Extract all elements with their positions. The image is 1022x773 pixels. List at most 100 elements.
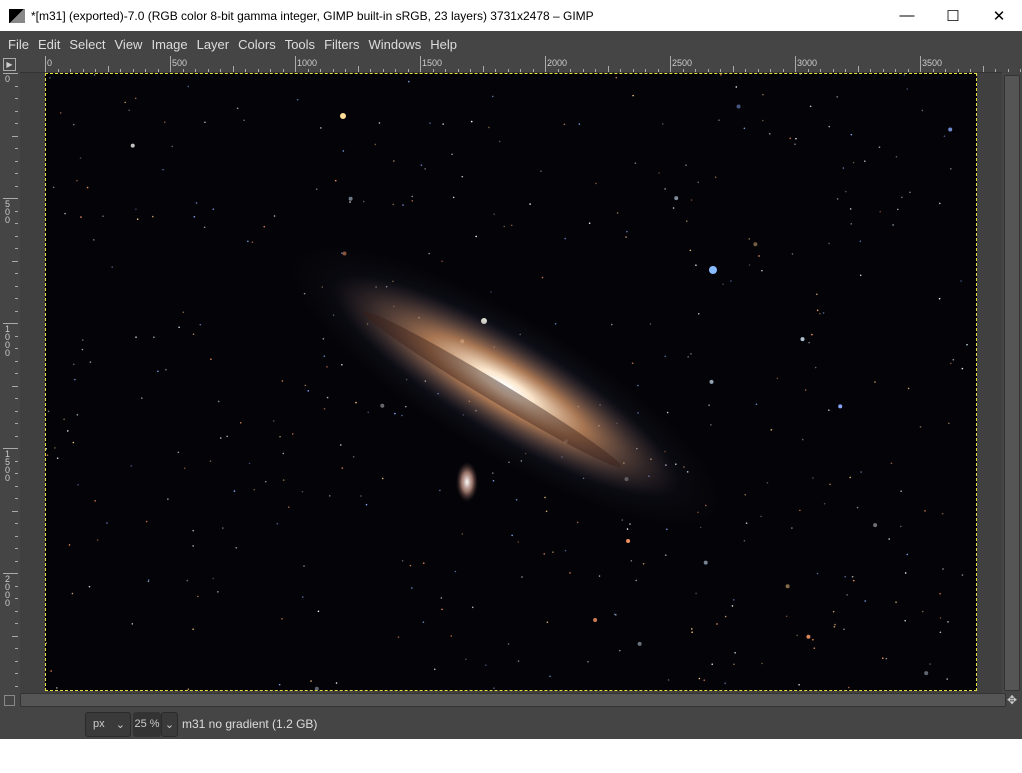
ruler-tick (15, 435, 18, 437)
menu-select[interactable]: Select (65, 37, 109, 52)
star (303, 565, 305, 567)
star (546, 621, 549, 624)
star (809, 105, 812, 108)
ruler-tick (15, 123, 18, 124)
bright-star (340, 113, 346, 119)
menu-image[interactable]: Image (147, 37, 191, 52)
star (690, 353, 692, 355)
menu-colors[interactable]: Colors (234, 37, 280, 52)
star (744, 493, 747, 496)
ruler-tick (532, 69, 534, 72)
star (733, 663, 735, 666)
star (666, 528, 668, 531)
ruler-tick (582, 69, 584, 72)
ruler-tick (295, 56, 296, 72)
quick-mask-menu-button[interactable]: ▶ (3, 58, 16, 71)
ruler-tick (282, 69, 284, 72)
star (96, 539, 99, 541)
vertical-ruler: 0 500 1000 1500 2000 (3, 73, 18, 693)
menu-filters[interactable]: Filters (320, 37, 363, 52)
ruler-tick (520, 69, 521, 72)
minimize-button[interactable]: — (884, 0, 930, 31)
star (165, 368, 167, 371)
star (816, 309, 819, 312)
navigate-icon[interactable]: ✥ (1007, 693, 1017, 707)
ruler-tick (95, 69, 96, 72)
star (699, 526, 702, 529)
star (56, 687, 58, 689)
star (812, 638, 814, 641)
vertical-scrollbar[interactable] (1004, 75, 1020, 691)
star (743, 127, 746, 130)
star (834, 623, 836, 626)
ruler-tick (12, 135, 18, 137)
star (849, 208, 852, 210)
star (355, 401, 357, 404)
zoom-image-toggle[interactable] (4, 695, 15, 706)
unit-select[interactable]: px ⌄ (85, 711, 131, 737)
star (674, 196, 679, 201)
star (587, 660, 589, 663)
star (664, 554, 667, 556)
star (730, 280, 732, 282)
star (939, 631, 942, 634)
menu-help[interactable]: Help (426, 37, 461, 52)
title-bar: *[m31] (exported)-7.0 (RGB color 8-bit g… (0, 0, 1022, 31)
ruler-tick (445, 69, 446, 72)
ruler-tick (170, 56, 171, 72)
star (264, 480, 267, 483)
star (948, 127, 953, 132)
status-info: m31 no gradient (1.2 GB) (182, 717, 318, 731)
star (281, 617, 283, 620)
star (966, 343, 968, 346)
zoom-dropdown-button[interactable]: ⌄ (161, 711, 178, 737)
menu-layer[interactable]: Layer (193, 37, 234, 52)
maximize-button[interactable]: ☐ (930, 0, 976, 31)
star (900, 490, 902, 492)
ruler-tick (382, 69, 384, 72)
ruler-tick (15, 398, 18, 399)
ruler-tick (695, 69, 696, 72)
star (226, 435, 228, 438)
star (281, 380, 284, 382)
star (929, 663, 931, 665)
star (851, 575, 854, 578)
menu-windows[interactable]: Windows (364, 37, 425, 52)
star (140, 397, 143, 399)
star (710, 424, 712, 426)
horizontal-scrollbar[interactable] (20, 693, 1006, 707)
star (272, 420, 275, 422)
star (454, 570, 457, 573)
ruler-tick (195, 69, 196, 72)
canvas-area[interactable] (20, 73, 1002, 693)
star (167, 498, 169, 500)
menu-view[interactable]: View (111, 37, 147, 52)
star (874, 381, 876, 383)
star (381, 477, 384, 480)
ruler-tick (832, 69, 834, 72)
menu-file[interactable]: File (4, 37, 33, 52)
ruler-tick (1020, 69, 1021, 72)
star (452, 196, 455, 199)
menu-edit[interactable]: Edit (34, 37, 64, 52)
close-button[interactable]: ✕ (976, 0, 1022, 31)
star (806, 634, 811, 639)
ruler-tick (15, 298, 18, 299)
star (878, 146, 881, 148)
zoom-input[interactable]: 25 % (133, 711, 161, 737)
star (341, 363, 343, 366)
ruler-tick (795, 56, 796, 72)
star (335, 682, 338, 684)
image-canvas[interactable] (45, 73, 977, 691)
ruler-tick (257, 69, 259, 72)
ruler-tick (682, 69, 684, 72)
star (888, 538, 891, 540)
ruler-tick (182, 69, 184, 72)
star (131, 623, 134, 625)
menu-tools[interactable]: Tools (281, 37, 319, 52)
star (961, 367, 964, 370)
star (667, 679, 670, 681)
window-title: *[m31] (exported)-7.0 (RGB color 8-bit g… (31, 8, 594, 23)
star (199, 323, 202, 326)
star (411, 195, 414, 198)
